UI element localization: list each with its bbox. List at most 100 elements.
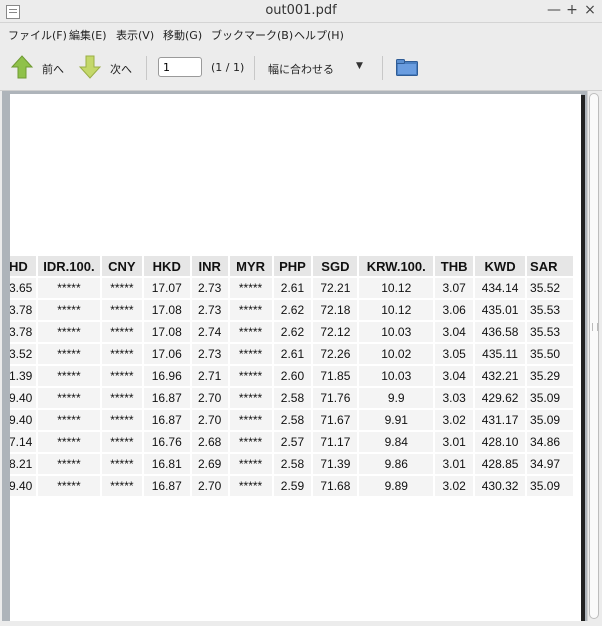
- table-cell: *****: [229, 278, 272, 298]
- table-cell: 35.50: [527, 344, 573, 364]
- close-button[interactable]: ×: [582, 2, 598, 18]
- column-header: CNY: [101, 256, 142, 276]
- table-row: 9.40 ***** ***** 16.87 2.70 ***** 2.59 71.68 9.8…: [10, 476, 573, 496]
- table-cell: *****: [37, 476, 100, 496]
- zoom-select[interactable]: 幅に合わせる: [268, 61, 334, 77]
- table-cell: 10.12: [359, 300, 434, 320]
- menu-bookmarks[interactable]: ブックマーク(B): [211, 27, 293, 43]
- table-cell: *****: [101, 278, 142, 298]
- up-arrow-icon: [10, 55, 34, 79]
- prev-page-button[interactable]: 前へ: [8, 54, 68, 82]
- table-cell: *****: [37, 278, 100, 298]
- next-page-button[interactable]: 次へ: [76, 54, 136, 82]
- table-cell: 9.89: [359, 476, 434, 496]
- table-cell: *****: [37, 300, 100, 320]
- table-cell: 3.03: [435, 388, 474, 408]
- vertical-scrollbar[interactable]: [587, 91, 601, 621]
- menu-file[interactable]: ファイル(F): [8, 27, 67, 43]
- table-cell: 3.01: [435, 432, 474, 452]
- table-cell: *****: [101, 366, 142, 386]
- table-cell: 16.96: [143, 366, 190, 386]
- exchange-rate-table: HD IDR.100. CNY HKD INR MYR PHP SGD KRW.…: [10, 254, 575, 498]
- menu-help[interactable]: ヘルプ(H): [294, 27, 344, 43]
- table-cell: 3.04: [435, 322, 474, 342]
- table-cell: 9.91: [359, 410, 434, 430]
- table-cell: 9.40: [10, 410, 36, 430]
- table-cell: 428.10: [475, 432, 526, 452]
- page-number-input[interactable]: [158, 57, 202, 77]
- table-row: 3.65 ***** ***** 17.07 2.73 ***** 2.61 72.21 10.…: [10, 278, 573, 298]
- table-cell: 72.21: [313, 278, 358, 298]
- table-cell: *****: [37, 388, 100, 408]
- table-cell: 35.09: [527, 476, 573, 496]
- table-cell: 72.18: [313, 300, 358, 320]
- table-cell: 2.58: [273, 410, 312, 430]
- table-cell: *****: [229, 300, 272, 320]
- column-header: KRW.100.: [359, 256, 434, 276]
- table-cell: 435.01: [475, 300, 526, 320]
- table-cell: *****: [101, 322, 142, 342]
- table-cell: 16.76: [143, 432, 190, 452]
- table-row: 3.52 ***** ***** 17.06 2.73 ***** 2.61 72.26 10.…: [10, 344, 573, 364]
- table-cell: 35.29: [527, 366, 573, 386]
- table-cell: 34.97: [527, 454, 573, 474]
- table-cell: *****: [101, 410, 142, 430]
- menu-go[interactable]: 移動(G): [163, 27, 202, 43]
- table-cell: 436.58: [475, 322, 526, 342]
- title-bar: out001.pdf — + ×: [0, 0, 602, 23]
- table-cell: *****: [101, 432, 142, 452]
- column-header: SGD: [313, 256, 358, 276]
- window-title: out001.pdf: [265, 3, 337, 18]
- chevron-down-icon[interactable]: ▼: [356, 61, 363, 71]
- table-cell: 2.57: [273, 432, 312, 452]
- table-cell: 17.07: [143, 278, 190, 298]
- minimize-button[interactable]: —: [546, 2, 562, 18]
- table-cell: 2.59: [273, 476, 312, 496]
- table-cell: 2.60: [273, 366, 312, 386]
- column-header: HKD: [143, 256, 190, 276]
- table-cell: 17.06: [143, 344, 190, 364]
- table-cell: 2.70: [191, 476, 228, 496]
- table-cell: 17.08: [143, 300, 190, 320]
- menu-view[interactable]: 表示(V): [116, 27, 154, 43]
- table-cell: 2.70: [191, 388, 228, 408]
- table-cell: 34.86: [527, 432, 573, 452]
- table-cell: *****: [37, 410, 100, 430]
- next-label: 次へ: [110, 63, 132, 76]
- menu-edit[interactable]: 編集(E): [69, 27, 107, 43]
- table-cell: 9.84: [359, 432, 434, 452]
- table-cell: 35.09: [527, 410, 573, 430]
- table-cell: *****: [37, 432, 100, 452]
- scrollbar-thumb[interactable]: [589, 93, 599, 619]
- table-row: 1.39 ***** ***** 16.96 2.71 ***** 2.60 71.85 10.…: [10, 366, 573, 386]
- table-cell: 17.08: [143, 322, 190, 342]
- table-cell: *****: [37, 454, 100, 474]
- table-row: 9.40 ***** ***** 16.87 2.70 ***** 2.58 71.67 9.9…: [10, 410, 573, 430]
- folder-icon[interactable]: [396, 59, 418, 76]
- table-cell: 3.78: [10, 322, 36, 342]
- toolbar: 前へ 次へ (1 / 1) 幅に合わせる ▼: [0, 46, 602, 91]
- table-cell: *****: [229, 476, 272, 496]
- table-cell: 71.39: [313, 454, 358, 474]
- column-header: MYR: [229, 256, 272, 276]
- table-cell: 10.02: [359, 344, 434, 364]
- table-cell: 2.73: [191, 278, 228, 298]
- maximize-button[interactable]: +: [564, 2, 580, 18]
- table-cell: *****: [101, 300, 142, 320]
- column-header: HD: [10, 256, 36, 276]
- table-cell: 9.9: [359, 388, 434, 408]
- table-cell: *****: [229, 410, 272, 430]
- menu-bar: ファイル(F) 編集(E) 表示(V) 移動(G) ブックマーク(B) ヘルプ(…: [0, 23, 602, 45]
- table-cell: 435.11: [475, 344, 526, 364]
- table-cell: 16.87: [143, 476, 190, 496]
- table-cell: 72.26: [313, 344, 358, 364]
- table-cell: 3.07: [435, 278, 474, 298]
- table-cell: 9.86: [359, 454, 434, 474]
- table-cell: 2.71: [191, 366, 228, 386]
- page-count: (1 / 1): [211, 61, 245, 74]
- table-cell: *****: [101, 454, 142, 474]
- table-cell: 3.65: [10, 278, 36, 298]
- table-cell: 16.87: [143, 410, 190, 430]
- document-viewer[interactable]: HD IDR.100. CNY HKD INR MYR PHP SGD KRW.…: [2, 91, 601, 624]
- table-cell: *****: [229, 322, 272, 342]
